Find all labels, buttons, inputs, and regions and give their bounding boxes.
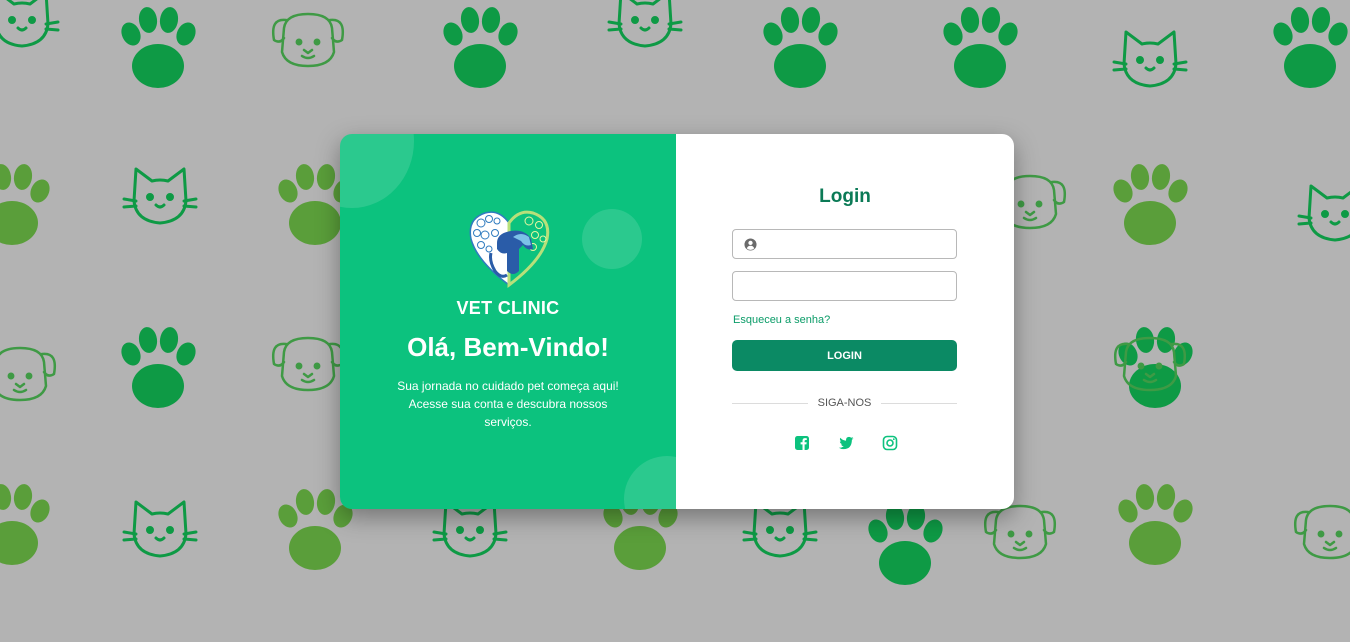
vet-clinic-logo <box>469 210 550 289</box>
username-field <box>732 229 957 259</box>
login-title: Login <box>819 186 871 207</box>
login-panel: Login Esqueceu a senha? LOGIN SIGA-NOS <box>676 134 1014 509</box>
social-links <box>794 435 898 453</box>
decorative-bubble <box>624 456 676 509</box>
decorative-bubble <box>340 134 414 208</box>
follow-label: SIGA-NOS <box>817 397 872 409</box>
password-input[interactable] <box>733 272 956 300</box>
welcome-tagline: Sua jornada no cuidado pet começa aqui! … <box>397 379 619 429</box>
forgot-password-link[interactable]: Esqueceu a senha? <box>733 314 830 326</box>
twitter-icon[interactable] <box>838 435 854 451</box>
divider-line <box>732 402 808 404</box>
welcome-panel: VET CLINIC Olá, Bem-Vindo! Sua jornada n… <box>340 134 676 509</box>
divider-line <box>881 402 958 404</box>
user-circle-icon <box>744 238 757 251</box>
password-field <box>732 271 957 301</box>
login-card: VET CLINIC Olá, Bem-Vindo! Sua jornada n… <box>340 134 1014 509</box>
username-input[interactable] <box>733 230 956 258</box>
login-button[interactable]: LOGIN <box>732 340 957 371</box>
welcome-heading: Olá, Bem-Vindo! <box>407 332 609 362</box>
instagram-icon[interactable] <box>882 435 898 451</box>
brand-name: VET CLINIC <box>456 298 560 318</box>
decorative-bubble <box>582 209 642 269</box>
facebook-icon[interactable] <box>794 435 810 451</box>
follow-divider: SIGA-NOS <box>732 396 958 410</box>
